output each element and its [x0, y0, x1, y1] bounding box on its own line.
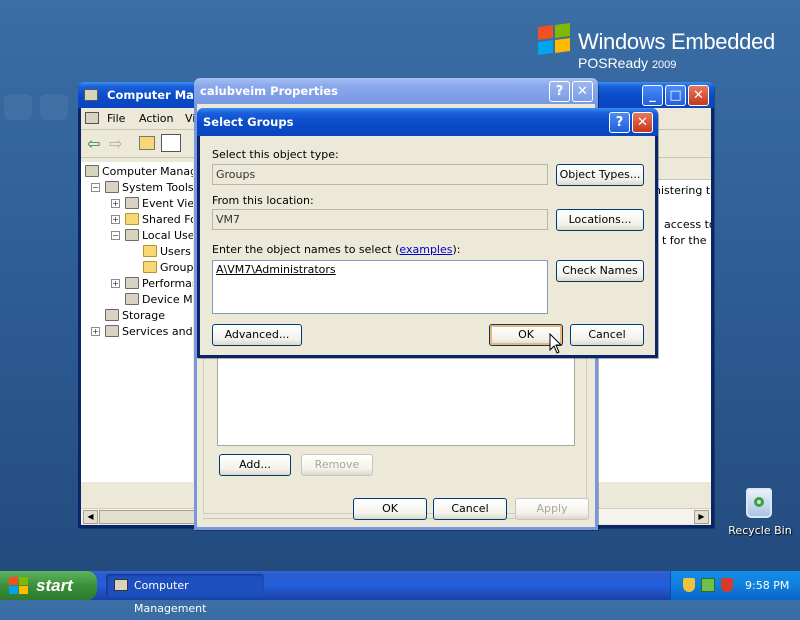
tree-node-computer-management[interactable]: Computer Manage — [85, 164, 193, 180]
dialog-title: calubveim Properties — [200, 84, 338, 98]
start-button[interactable]: start — [0, 571, 97, 600]
tree-node-users[interactable]: Users — [143, 244, 191, 260]
select-groups-dialog[interactable]: Select Groups ? ✕ Select this object typ… — [197, 108, 658, 358]
dialog-title: Select Groups — [203, 115, 294, 129]
storage-icon — [105, 309, 119, 321]
computer-icon — [85, 165, 99, 177]
start-label: start — [36, 576, 73, 595]
tree-node-local-users[interactable]: Local User — [125, 228, 193, 244]
object-type-field: Groups — [212, 164, 548, 185]
object-names-label: Enter the object names to select (exampl… — [212, 243, 461, 256]
event-viewer-icon — [125, 197, 139, 209]
tree-node-storage[interactable]: Storage — [105, 308, 165, 324]
object-type-label: Select this object type: — [212, 148, 339, 161]
select-groups-titlebar[interactable]: Select Groups ? ✕ — [197, 108, 658, 136]
clock[interactable]: 9:58 PM — [745, 571, 789, 600]
location-field: VM7 — [212, 209, 548, 230]
apply-button[interactable]: Apply — [515, 498, 589, 520]
tree-node-groups[interactable]: Groups — [143, 260, 193, 276]
description-text: t for the H — [662, 234, 711, 247]
performance-icon — [125, 277, 139, 289]
brand-title: Windows Embedded — [578, 29, 775, 54]
expand-toggle[interactable]: + — [91, 327, 100, 336]
window-controls: _ □ ✕ — [642, 85, 709, 106]
tree-node-event-viewer[interactable]: Event View — [125, 196, 193, 212]
examples-link[interactable]: examples — [399, 243, 452, 256]
security-alert-icon[interactable] — [721, 578, 733, 592]
folder-icon — [125, 213, 139, 225]
tree-node-system-tools[interactable]: System Tools — [105, 180, 193, 196]
recycle-bin[interactable]: Recycle Bin — [726, 486, 794, 542]
system-tray: 9:58 PM — [670, 571, 800, 600]
console-tree[interactable]: Computer Manage − System Tools + Event V… — [81, 162, 193, 482]
scroll-thumb[interactable] — [99, 510, 199, 524]
minimize-button[interactable]: _ — [642, 85, 663, 106]
up-folder-icon[interactable] — [139, 136, 155, 150]
brand-subtitle: POSReady 2009 — [578, 55, 677, 71]
locations-button[interactable]: Locations... — [556, 209, 644, 231]
windows-flag-icon — [538, 22, 572, 56]
ok-button[interactable]: OK — [353, 498, 427, 520]
taskbar-item-label: Computer Management — [134, 579, 207, 615]
dialog-controls: ? ✕ — [549, 81, 593, 102]
object-names-value: A\VM7\Administrators — [216, 263, 336, 276]
menu-item-file[interactable]: File — [107, 112, 125, 125]
scroll-left-button[interactable]: ◀ — [83, 510, 98, 524]
cancel-button[interactable]: Cancel — [433, 498, 507, 520]
select-groups-client: Select this object type: Groups Object T… — [200, 136, 655, 355]
help-button[interactable]: ? — [549, 81, 570, 102]
object-types-button[interactable]: Object Types... — [556, 164, 644, 186]
taskbar-item-computer-management[interactable]: Computer Management — [106, 574, 264, 615]
device-manager-icon — [125, 293, 139, 305]
properties-titlebar[interactable]: calubveim Properties ? ✕ — [194, 78, 598, 104]
location-label: From this location: — [212, 194, 314, 207]
network-icon[interactable] — [701, 578, 715, 592]
expand-toggle[interactable]: + — [111, 279, 120, 288]
computer-icon — [114, 579, 128, 591]
menu-item-action[interactable]: Action — [139, 112, 173, 125]
services-icon — [105, 325, 119, 337]
advanced-button[interactable]: Advanced... — [212, 324, 302, 346]
check-names-button[interactable]: Check Names — [556, 260, 644, 282]
security-shield-icon[interactable] — [683, 578, 695, 592]
remove-button[interactable]: Remove — [301, 454, 373, 476]
object-names-input[interactable]: A\VM7\Administrators — [212, 260, 548, 314]
help-button[interactable]: ? — [609, 112, 630, 133]
scroll-right-button[interactable]: ▶ — [694, 510, 709, 524]
folder-icon — [143, 261, 157, 273]
members-list[interactable] — [217, 354, 575, 446]
folder-icon — [143, 245, 157, 257]
tree-node-shared-folders[interactable]: Shared Fo — [125, 212, 193, 228]
close-button[interactable]: ✕ — [572, 81, 593, 102]
app-menu-icon[interactable] — [85, 112, 99, 124]
add-button[interactable]: Add... — [219, 454, 291, 476]
computer-icon — [84, 89, 98, 101]
tree-node-device-manager[interactable]: Device Ma — [125, 292, 193, 308]
windows-logo-icon — [9, 577, 29, 594]
forward-arrow-icon[interactable]: ⇨ — [109, 134, 122, 153]
back-arrow-icon[interactable]: ⇦ — [87, 134, 100, 153]
close-button[interactable]: ✕ — [688, 85, 709, 106]
expand-toggle[interactable]: + — [111, 215, 120, 224]
cancel-button[interactable]: Cancel — [570, 324, 644, 346]
show-tree-icon[interactable] — [161, 134, 181, 152]
description-text: nistering th — [654, 184, 711, 197]
recycle-bin-icon — [746, 488, 772, 518]
users-icon — [125, 229, 139, 241]
close-button[interactable]: ✕ — [632, 112, 653, 133]
recycle-bin-label: Recycle Bin — [728, 524, 792, 537]
expand-toggle[interactable]: + — [111, 199, 120, 208]
taskbar: start Computer Management 9:58 PM — [0, 571, 800, 615]
maximize-button[interactable]: □ — [665, 85, 686, 106]
mouse-cursor-icon — [549, 333, 563, 354]
collapse-toggle[interactable]: − — [111, 231, 120, 240]
description-text: access to — [664, 218, 711, 231]
tree-node-performance[interactable]: Performan — [125, 276, 193, 292]
dialog-controls: ? ✕ — [609, 112, 653, 133]
collapse-toggle[interactable]: − — [91, 183, 100, 192]
tree-node-services[interactable]: Services and A — [105, 324, 193, 340]
tools-icon — [105, 181, 119, 193]
